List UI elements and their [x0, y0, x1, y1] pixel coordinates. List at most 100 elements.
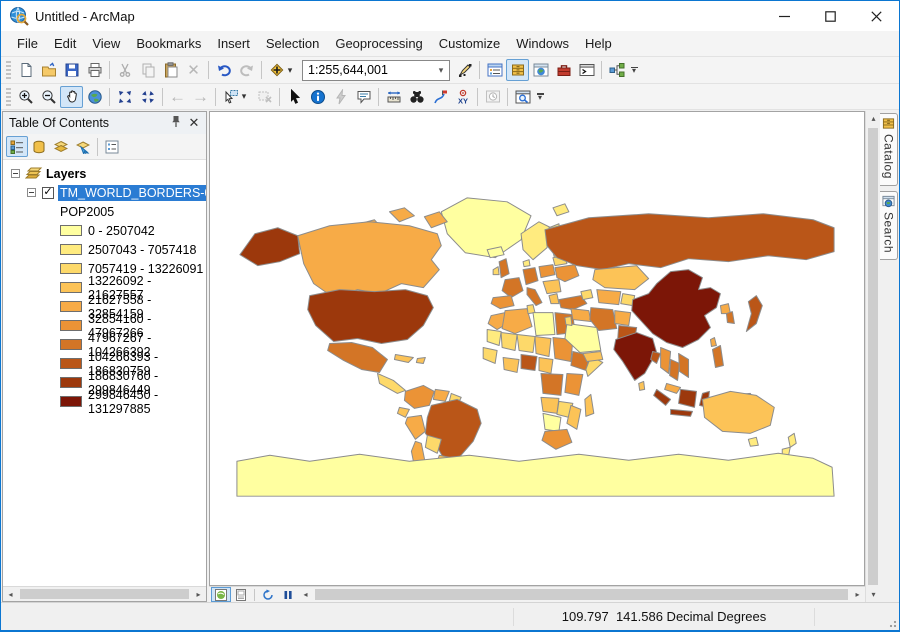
toolbar-options-button[interactable]: ▾: [534, 93, 546, 100]
layout-view-button[interactable]: [231, 587, 251, 602]
list-by-selection-button[interactable]: [72, 136, 94, 157]
new-document-button[interactable]: [14, 59, 37, 81]
scroll-down-arrow-icon[interactable]: ▾: [866, 587, 881, 602]
toc-horizontal-scrollbar[interactable]: ◂ ▸: [3, 586, 206, 601]
refresh-view-button[interactable]: [258, 587, 278, 602]
add-data-button[interactable]: ▾: [265, 59, 299, 81]
pan-tool[interactable]: [60, 86, 83, 108]
menu-help[interactable]: Help: [577, 33, 620, 54]
find-tool[interactable]: [405, 86, 428, 108]
legend-swatch[interactable]: [60, 358, 82, 369]
menu-selection[interactable]: Selection: [258, 33, 327, 54]
select-elements-tool[interactable]: [283, 86, 306, 108]
minimize-button[interactable]: [761, 1, 807, 31]
legend-swatch[interactable]: [60, 301, 82, 312]
go-to-xy-tool[interactable]: XY: [451, 86, 474, 108]
search-tab[interactable]: Search: [880, 191, 898, 260]
legend-swatch[interactable]: [60, 377, 82, 388]
toolbar-options-button[interactable]: ▾: [628, 67, 640, 74]
arcglobe-button[interactable]: [529, 59, 552, 81]
catalog-tab[interactable]: Catalog: [880, 113, 898, 186]
layer-name-selected[interactable]: TM_WORLD_BORDERS-0.: [58, 185, 206, 201]
undo-button[interactable]: [212, 59, 235, 81]
collapse-box[interactable]: [11, 169, 20, 178]
layers-data-frame-row[interactable]: Layers: [3, 164, 206, 183]
hyperlink-tool[interactable]: [329, 86, 352, 108]
scroll-right-arrow-icon[interactable]: ▸: [191, 587, 206, 602]
scroll-right-arrow-icon[interactable]: ▸: [850, 587, 865, 602]
legend-swatch[interactable]: [60, 282, 82, 293]
toc-options-icon: [105, 140, 119, 154]
menu-view[interactable]: View: [84, 33, 128, 54]
toc-options-button[interactable]: [101, 136, 123, 157]
python-window-button[interactable]: [575, 59, 598, 81]
legend-swatch[interactable]: [60, 225, 82, 236]
menu-file[interactable]: File: [9, 33, 46, 54]
find-route-tool[interactable]: [428, 86, 451, 108]
map-scale-combobox[interactable]: 1:255,644,001 ▾: [302, 60, 450, 81]
print-button[interactable]: [83, 59, 106, 81]
legend-label: 0 - 2507042: [88, 224, 155, 238]
toolbar-grip[interactable]: [6, 88, 11, 106]
zoom-out-tool[interactable]: [37, 86, 60, 108]
copy-button[interactable]: [136, 59, 159, 81]
pin-icon[interactable]: [168, 115, 184, 131]
collapse-box[interactable]: [27, 188, 36, 197]
pause-drawing-button[interactable]: [278, 587, 298, 602]
identify-tool[interactable]: [306, 86, 329, 108]
resize-grip[interactable]: [887, 618, 897, 628]
menu-windows[interactable]: Windows: [508, 33, 577, 54]
toolbar-grip[interactable]: [6, 61, 11, 79]
open-button[interactable]: [37, 59, 60, 81]
delete-button[interactable]: ✕: [182, 59, 205, 81]
fixed-zoom-out-tool[interactable]: [136, 86, 159, 108]
viewer-window-button[interactable]: [511, 86, 534, 108]
layer-row[interactable]: ✓ TM_WORLD_BORDERS-0.: [3, 183, 206, 202]
list-by-visibility-button[interactable]: [50, 136, 72, 157]
list-by-drawing-order-button[interactable]: [6, 136, 28, 157]
editor-toolbar-button[interactable]: [453, 59, 476, 81]
clear-selection-button[interactable]: [253, 86, 276, 108]
menu-bookmarks[interactable]: Bookmarks: [128, 33, 209, 54]
table-of-contents-window-button[interactable]: [483, 59, 506, 81]
legend-swatch[interactable]: [60, 396, 82, 407]
select-features-tool[interactable]: ▾: [219, 86, 253, 108]
legend-swatch[interactable]: [60, 244, 82, 255]
scroll-left-arrow-icon[interactable]: ◂: [298, 587, 313, 602]
menu-geoprocessing[interactable]: Geoprocessing: [327, 33, 430, 54]
maximize-button[interactable]: [807, 1, 853, 31]
menu-edit[interactable]: Edit: [46, 33, 84, 54]
map-canvas[interactable]: [209, 111, 865, 586]
redo-button[interactable]: [235, 59, 258, 81]
legend-swatch[interactable]: [60, 263, 82, 274]
pan-hand-icon: [64, 89, 80, 105]
measure-tool[interactable]: [382, 86, 405, 108]
layer-visibility-checkbox[interactable]: ✓: [42, 187, 54, 199]
time-slider-button[interactable]: [481, 86, 504, 108]
go-back-extent-button[interactable]: ←: [166, 86, 189, 108]
refresh-icon: [262, 589, 274, 601]
menu-insert[interactable]: Insert: [209, 33, 258, 54]
modelbuilder-button[interactable]: [605, 59, 628, 81]
go-forward-extent-button[interactable]: →: [189, 86, 212, 108]
html-popup-tool[interactable]: [352, 86, 375, 108]
map-vertical-scrollbar[interactable]: ▴ ▾: [865, 111, 880, 602]
list-by-selection-icon: [76, 140, 90, 154]
scroll-up-arrow-icon[interactable]: ▴: [866, 111, 881, 126]
catalog-window-button[interactable]: [506, 59, 529, 81]
menu-customize[interactable]: Customize: [431, 33, 508, 54]
save-button[interactable]: [60, 59, 83, 81]
legend-swatch[interactable]: [60, 320, 82, 331]
arctoolbox-button[interactable]: [552, 59, 575, 81]
full-extent-tool[interactable]: [83, 86, 106, 108]
data-view-button[interactable]: [211, 587, 231, 602]
paste-button[interactable]: [159, 59, 182, 81]
list-by-source-button[interactable]: [28, 136, 50, 157]
cut-button[interactable]: [113, 59, 136, 81]
fixed-zoom-in-tool[interactable]: [113, 86, 136, 108]
scroll-left-arrow-icon[interactable]: ◂: [3, 587, 18, 602]
close-button[interactable]: [853, 1, 899, 31]
legend-swatch[interactable]: [60, 339, 82, 350]
zoom-in-tool[interactable]: [14, 86, 37, 108]
toc-close-icon[interactable]: ✕: [186, 115, 202, 131]
